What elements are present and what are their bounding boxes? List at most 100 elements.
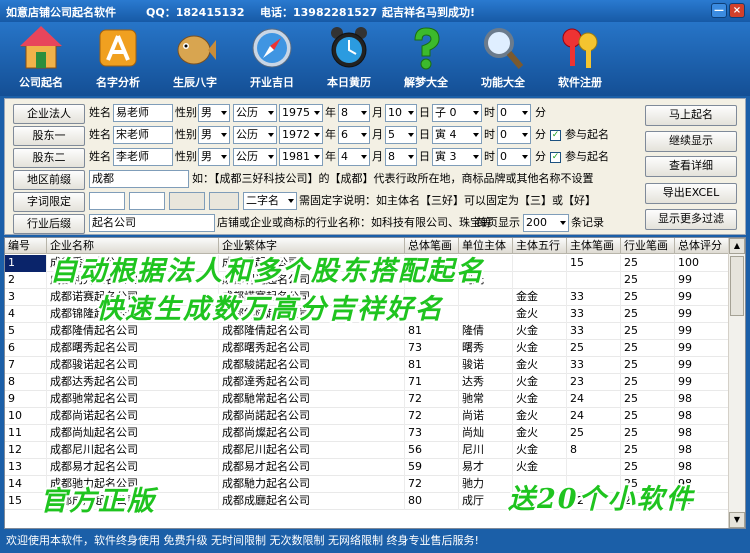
year-select[interactable]: 1981	[279, 148, 323, 166]
toolbar-name-analysis[interactable]: 名字分析	[77, 22, 159, 94]
sex-select[interactable]: 男	[198, 104, 230, 122]
toolbar-label: 生辰八字	[173, 76, 217, 89]
table-cell: 成都馳常起名公司	[219, 391, 405, 408]
minimize-button[interactable]: —	[711, 3, 727, 18]
calendar-select[interactable]: 公历	[233, 104, 277, 122]
table-cell: 71	[405, 374, 459, 391]
toolbar-birth-chart[interactable]: 生辰八字	[154, 22, 236, 94]
scroll-thumb[interactable]	[730, 256, 744, 316]
table-cell: 99	[675, 306, 729, 323]
column-header[interactable]: 总体评分	[675, 238, 729, 254]
name-length-select[interactable]: 二字名	[243, 192, 297, 210]
chevron-down-icon	[314, 111, 320, 115]
word-limit-button[interactable]: 字词限定	[13, 192, 85, 212]
toolbar-opening-day[interactable]: 开业吉日	[231, 22, 313, 94]
minute-select[interactable]: 0	[497, 104, 531, 122]
role-button-shareholder-2[interactable]: 股东二	[13, 148, 85, 168]
role-button-legal[interactable]: 企业法人	[13, 104, 85, 124]
sex-select[interactable]: 男	[198, 126, 230, 144]
table-row[interactable]: 6 成都曙秀起名公司 成都曙秀起名公司 73 曙秀 火金 25 25 99	[5, 340, 729, 357]
table-cell	[513, 272, 567, 289]
table-cell: 73	[405, 340, 459, 357]
name-label: 姓名	[89, 150, 111, 163]
toolbar-company-naming[interactable]: 公司起名	[0, 22, 82, 94]
fixed-word-input-3[interactable]	[169, 192, 205, 210]
per-page-select[interactable]: 200	[523, 214, 569, 232]
chevron-down-icon	[522, 111, 528, 115]
table-cell: 成都易才起名公司	[219, 459, 405, 476]
hour-select[interactable]: 寅 3	[432, 148, 482, 166]
day-select[interactable]: 5	[385, 126, 417, 144]
column-header[interactable]: 主体笔画	[567, 238, 621, 254]
table-cell: 成厅	[459, 493, 513, 510]
table-row[interactable]: 12 成都尼川起名公司 成都尼川起名公司 56 尼川 火金 8 25 98	[5, 442, 729, 459]
minute-select[interactable]: 0	[497, 126, 531, 144]
sex-select[interactable]: 男	[198, 148, 230, 166]
minute-select[interactable]: 0	[497, 148, 531, 166]
table-row[interactable]: 7 成都骏诺起名公司 成都駿諾起名公司 81 骏诺 金火 33 25 99	[5, 357, 729, 374]
year-select[interactable]: 1972	[279, 126, 323, 144]
month-select[interactable]: 8	[338, 104, 370, 122]
more-filters-button[interactable]: 显示更多过滤	[645, 209, 737, 230]
toolbar-label: 本日黄历	[327, 76, 371, 89]
participate-checkbox[interactable]: ✓	[550, 152, 561, 163]
industry-input[interactable]: 起名公司	[89, 214, 215, 232]
table-row[interactable]: 13 成都易才起名公司 成都易才起名公司 59 易才 火金 25 98	[5, 459, 729, 476]
table-cell	[567, 459, 621, 476]
table-cell: 99	[675, 340, 729, 357]
continue-display-button[interactable]: 继续显示	[645, 131, 737, 152]
table-cell: 98	[675, 442, 729, 459]
export-excel-button[interactable]: 导出EXCEL	[645, 183, 737, 204]
day-select[interactable]: 10	[385, 104, 417, 122]
month-select[interactable]: 4	[338, 148, 370, 166]
name-input[interactable]: 李老师	[113, 148, 173, 166]
fixed-word-input-2[interactable]	[129, 192, 165, 210]
day-select[interactable]: 8	[385, 148, 417, 166]
table-cell: 25	[621, 391, 675, 408]
table-row[interactable]: 8 成都达秀起名公司 成都達秀起名公司 71 达秀 火金 23 25 99	[5, 374, 729, 391]
table-row[interactable]: 10 成都尚诺起名公司 成都尚諾起名公司 72 尚诺 金火 24 25 98	[5, 408, 729, 425]
column-header[interactable]: 行业笔画	[621, 238, 675, 254]
toolbar-register[interactable]: 软件注册	[539, 22, 621, 94]
fixed-word-input-4[interactable]	[209, 192, 239, 210]
month-unit: 月	[372, 150, 383, 163]
table-cell: 98	[675, 391, 729, 408]
hour-unit: 时	[484, 106, 495, 119]
toolbar-all-features[interactable]: 功能大全	[462, 22, 544, 94]
start-naming-button[interactable]: 马上起名	[645, 105, 737, 126]
view-detail-button[interactable]: 查看详细	[645, 156, 737, 177]
table-cell: 火金	[513, 323, 567, 340]
industry-suffix-button[interactable]: 行业后缀	[13, 214, 85, 234]
region-input[interactable]: 成都	[89, 170, 189, 188]
table-cell: 火金	[513, 442, 567, 459]
table-cell: 成都成廳起名公司	[219, 493, 405, 510]
toolbar-dream-guide[interactable]: 解梦大全	[385, 22, 467, 94]
name-input[interactable]: 易老师	[113, 104, 173, 122]
table-cell: 成都尚諾起名公司	[219, 408, 405, 425]
vertical-scrollbar[interactable]: ▲ ▼	[728, 238, 745, 528]
table-cell: 25	[567, 340, 621, 357]
year-select[interactable]: 1975	[279, 104, 323, 122]
name-input[interactable]: 宋老师	[113, 126, 173, 144]
table-row[interactable]: 9 成都驰常起名公司 成都馳常起名公司 72 驰常 火金 24 25 98	[5, 391, 729, 408]
scroll-down-icon[interactable]: ▼	[729, 512, 745, 528]
column-header[interactable]: 主体五行	[513, 238, 567, 254]
column-header[interactable]: 编号	[5, 238, 47, 254]
scroll-up-icon[interactable]: ▲	[729, 238, 745, 254]
calendar-select[interactable]: 公历	[233, 126, 277, 144]
toolbar-almanac[interactable]: 本日黄历	[308, 22, 390, 94]
calendar-select[interactable]: 公历	[233, 148, 277, 166]
month-select[interactable]: 6	[338, 126, 370, 144]
minute-unit: 分	[535, 150, 546, 163]
keys-icon	[562, 28, 598, 68]
participate-checkbox[interactable]: ✓	[550, 130, 561, 141]
hour-select[interactable]: 子 0	[432, 104, 482, 122]
table-cell: 72	[405, 408, 459, 425]
region-prefix-button[interactable]: 地区前缀	[13, 170, 85, 190]
fixed-word-input-1[interactable]	[89, 192, 125, 210]
table-row[interactable]: 11 成都尚灿起名公司 成都尚燦起名公司 73 尚灿 金火 25 25 98	[5, 425, 729, 442]
table-cell: 成都尼川起名公司	[219, 442, 405, 459]
role-button-shareholder-1[interactable]: 股东一	[13, 126, 85, 146]
close-button[interactable]: ×	[729, 3, 745, 18]
hour-select[interactable]: 寅 4	[432, 126, 482, 144]
